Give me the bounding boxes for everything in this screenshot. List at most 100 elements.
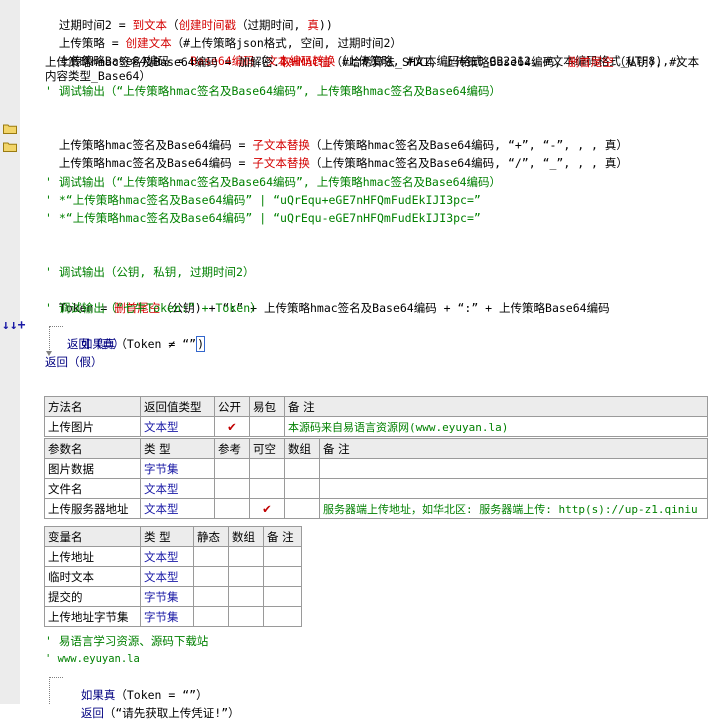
comment-line[interactable]: ' *“上传策略hmac签名及Base64编码” | “uQrEqu+eGE7n…	[45, 191, 481, 209]
var-type-cell[interactable]: 字节集	[140, 606, 194, 627]
column-header: 数组	[284, 438, 320, 459]
column-header: 类 型	[140, 438, 215, 459]
check-icon: ✔	[227, 419, 237, 434]
flow-keyword: 返回	[80, 706, 104, 720]
param-type-cell[interactable]: 字节集	[140, 458, 215, 479]
array-checkbox[interactable]	[228, 546, 264, 567]
ref-checkbox[interactable]	[214, 478, 250, 499]
static-checkbox[interactable]	[193, 606, 229, 627]
var-note-cell[interactable]	[263, 546, 302, 567]
code-line[interactable]: 上传策略Base64编码 = Base64编码（文本编码转换（上传策略, #文本…	[45, 34, 688, 68]
table-row[interactable]: 图片数据 字节集	[44, 458, 708, 479]
code-line[interactable]: 如果真（Token ≠ “”)	[67, 317, 206, 352]
var-type-cell[interactable]: 文本型	[140, 546, 194, 567]
ref-checkbox[interactable]	[214, 498, 250, 519]
code-text: （“请先获取上传凭证!”）	[103, 706, 240, 720]
var-note-cell[interactable]	[263, 566, 302, 587]
code-line[interactable]: 如果真（Token = “”）	[67, 668, 208, 702]
return-type-cell[interactable]: 文本型	[140, 416, 215, 437]
var-name-cell[interactable]: 上传地址字节集	[44, 606, 141, 627]
flow-marker-icon: ↓↓+	[2, 318, 26, 333]
table-row[interactable]: 提交的 字节集	[44, 586, 302, 607]
comment-line[interactable]: ' 易语言学习资源、源码下载站	[45, 632, 208, 650]
column-header: 备 注	[319, 438, 708, 459]
param-name-cell[interactable]: 图片数据	[44, 458, 141, 479]
column-header: 返回值类型	[140, 396, 215, 417]
var-note-cell[interactable]	[263, 586, 302, 607]
column-header: 类 型	[140, 526, 194, 547]
method-note-cell[interactable]: 本源码来自易语言资源网(www.eyuyan.la)	[284, 416, 708, 437]
param-note-cell[interactable]: 服务器端上传地址，如华北区: 服务器端上传: http(s)://up-z1.q…	[319, 498, 708, 519]
code-line[interactable]: 返回（假）	[45, 353, 103, 371]
array-checkbox[interactable]	[228, 586, 264, 607]
column-header: 参考	[214, 438, 250, 459]
table-row[interactable]: 上传服务器地址 文本型 ✔ 服务器端上传地址，如华北区: 服务器端上传: htt…	[44, 498, 708, 519]
column-header: 公开	[214, 396, 250, 417]
table-row[interactable]: 上传地址 文本型	[44, 546, 302, 567]
param-name-cell[interactable]: 上传服务器地址	[44, 498, 141, 519]
variable-table: 变量名 类 型 静态 数组 备 注 上传地址 文本型 临时文本 文本型 提交的 …	[44, 526, 302, 627]
param-name-cell[interactable]: 文件名	[44, 478, 141, 499]
static-checkbox[interactable]	[193, 586, 229, 607]
package-checkbox[interactable]	[249, 416, 285, 437]
column-header: 备 注	[263, 526, 302, 547]
var-name-cell[interactable]: 临时文本	[44, 566, 141, 587]
flow-line	[49, 677, 63, 678]
code-text: 上传策略hmac签名及Base64编码 =	[58, 156, 253, 170]
comment-line[interactable]: ' 调试输出（公钥, 私钥, 过期时间2）	[45, 263, 254, 281]
code-line[interactable]: 返回（真）	[67, 335, 125, 353]
table-row[interactable]: 上传地址字节集 字节集	[44, 606, 302, 627]
nullable-checkbox[interactable]	[249, 458, 285, 479]
comment-line[interactable]: ' 调试输出（“七牛Token:” + Token）	[45, 299, 262, 317]
column-header: 易包	[249, 396, 285, 417]
flow-line	[49, 326, 50, 352]
static-checkbox[interactable]	[193, 546, 229, 567]
comment-line[interactable]: ' 调试输出（“上传策略hmac签名及Base64编码”, 上传策略hmac签名…	[45, 82, 501, 100]
nullable-checkbox[interactable]	[249, 478, 285, 499]
flow-line	[49, 677, 50, 704]
var-type-cell[interactable]: 字节集	[140, 586, 194, 607]
function-call: 删首尾空	[567, 55, 614, 69]
table-row[interactable]: 文件名 文本型	[44, 478, 708, 499]
column-header: 参数名	[44, 438, 141, 459]
param-note-cell[interactable]	[319, 458, 708, 479]
function-call: 子文本替换	[252, 156, 310, 170]
param-type-cell[interactable]: 文本型	[140, 478, 215, 499]
method-name-cell[interactable]: 上传图片	[44, 416, 141, 437]
public-checkbox[interactable]: ✔	[214, 416, 250, 437]
code-line[interactable]: 上传策略hmac签名及Base64编码 = 子文本替换（上传策略hmac签名及B…	[45, 118, 628, 152]
folder-icon[interactable]	[3, 141, 17, 152]
param-type-cell[interactable]: 文本型	[140, 498, 215, 519]
code-text: 上传策略hmac签名及Base64编码 = 加解密.	[45, 55, 280, 69]
param-note-cell[interactable]	[319, 478, 708, 499]
folder-icon[interactable]	[3, 123, 17, 134]
code-line[interactable]: Token = 删首尾空（公钥) + “:” + 上传策略hmac签名及Base…	[45, 281, 610, 315]
column-header: 备 注	[284, 396, 708, 417]
code-line[interactable]: 过期时间2 = 到文本（创建时间戳（过期时间, 真))	[45, 0, 333, 32]
array-checkbox[interactable]	[228, 566, 264, 587]
array-checkbox[interactable]	[284, 458, 320, 479]
code-line[interactable]: 上传策略hmac签名及Base64编码 = 加解密.取HMAC值（#哈希算法_S…	[45, 55, 700, 83]
comment-line[interactable]: ' *“上传策略hmac签名及Base64编码” | “uQrEqu-eGE7n…	[45, 209, 481, 227]
code-text: （#哈希算法_SHA1, 上传策略Base64编码,	[330, 55, 568, 69]
comment-line[interactable]: ' 调试输出（“上传策略hmac签名及Base64编码”, 上传策略hmac签名…	[45, 173, 501, 191]
array-checkbox[interactable]	[284, 498, 320, 519]
nullable-checkbox[interactable]: ✔	[249, 498, 285, 519]
var-name-cell[interactable]: 提交的	[44, 586, 141, 607]
code-text: （上传策略hmac签名及Base64编码, “/”, “_”, , , 真）	[309, 156, 628, 170]
var-type-cell[interactable]: 文本型	[140, 566, 194, 587]
table-row[interactable]: 临时文本 文本型	[44, 566, 302, 587]
array-checkbox[interactable]	[284, 478, 320, 499]
code-line[interactable]: 返回（“请先获取上传凭证!”）	[67, 686, 240, 720]
static-checkbox[interactable]	[193, 566, 229, 587]
ref-checkbox[interactable]	[214, 458, 250, 479]
code-line[interactable]: 上传策略 = 创建文本（#上传策略json格式, 空间, 过期时间2）	[45, 16, 402, 50]
flow-line	[49, 326, 63, 327]
code-line[interactable]: 上传策略hmac签名及Base64编码 = 子文本替换（上传策略hmac签名及B…	[45, 136, 628, 170]
code-text: Token ≠ “”	[126, 337, 197, 351]
function-call: 取HMAC值	[279, 55, 331, 69]
comment-line[interactable]: ' www.eyuyan.la	[45, 650, 140, 668]
var-name-cell[interactable]: 上传地址	[44, 546, 141, 567]
var-note-cell[interactable]	[263, 606, 302, 627]
array-checkbox[interactable]	[228, 606, 264, 627]
